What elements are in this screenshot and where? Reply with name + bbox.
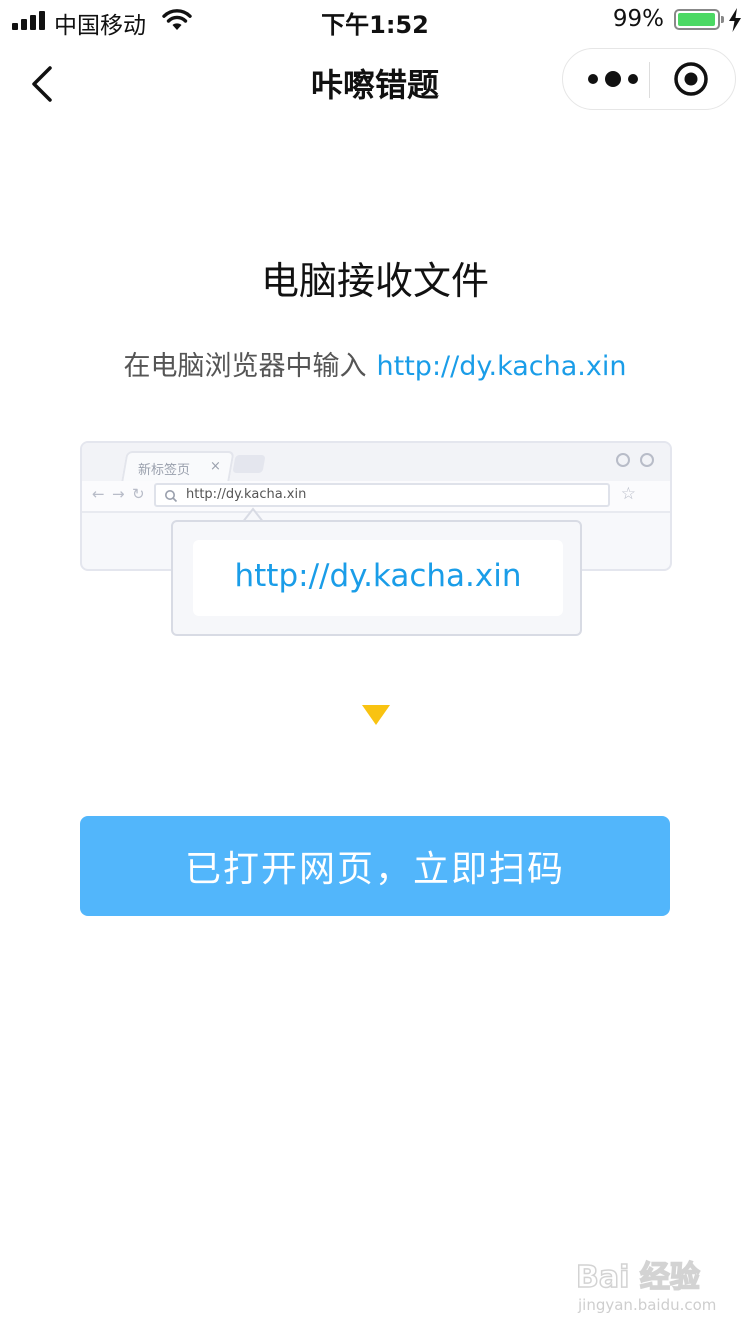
browser-tab-label: 新标签页 — [138, 463, 191, 478]
battery-fill — [678, 13, 715, 26]
minimize-icon — [616, 453, 630, 467]
baidu-jingyan-watermark: Bai 经验 jingyan.baidu.com — [572, 1252, 722, 1324]
triangle-down-icon — [362, 705, 390, 725]
forward-arrow-icon: → — [112, 485, 125, 503]
watermark-url: jingyan.baidu.com — [578, 1296, 717, 1314]
address-bar-url: http://dy.kacha.xin — [186, 487, 307, 502]
opened-webpage-scan-button[interactable]: 已打开网页，立即扫码 — [80, 816, 670, 916]
navigation-bar: 咔嚓错题 — [0, 40, 750, 126]
target-close-icon[interactable] — [673, 61, 709, 97]
callout-url: http://dy.kacha.xin — [234, 558, 522, 594]
watermark-logo: Bai 经验 — [575, 1259, 700, 1296]
instruction-prefix: 在电脑浏览器中输入 — [123, 351, 367, 382]
instruction-text: 在电脑浏览器中输入 http://dy.kacha.xin — [0, 344, 750, 383]
url-callout: http://dy.kacha.xin — [171, 520, 582, 636]
bookmark-star-icon: ☆ — [620, 484, 636, 504]
status-bar: 中国移动 下午1:52 99% — [0, 0, 750, 40]
miniprogram-capsule — [562, 48, 736, 110]
back-arrow-icon: ← — [92, 485, 105, 503]
instruction-url-link: http://dy.kacha.xin — [376, 351, 627, 382]
reload-icon: ↻ — [132, 485, 145, 503]
headline: 电脑接收文件 — [260, 259, 489, 303]
address-bar-illustration: http://dy.kacha.xin — [154, 483, 610, 507]
battery-icon — [674, 9, 724, 30]
window-close-icon — [640, 453, 654, 467]
charging-bolt-icon — [729, 8, 741, 32]
more-dots-icon[interactable] — [585, 49, 641, 109]
tab-close-icon: × — [210, 459, 221, 474]
battery-percent: 99% — [612, 6, 664, 32]
new-tab-icon — [232, 455, 266, 473]
search-icon — [165, 490, 178, 503]
